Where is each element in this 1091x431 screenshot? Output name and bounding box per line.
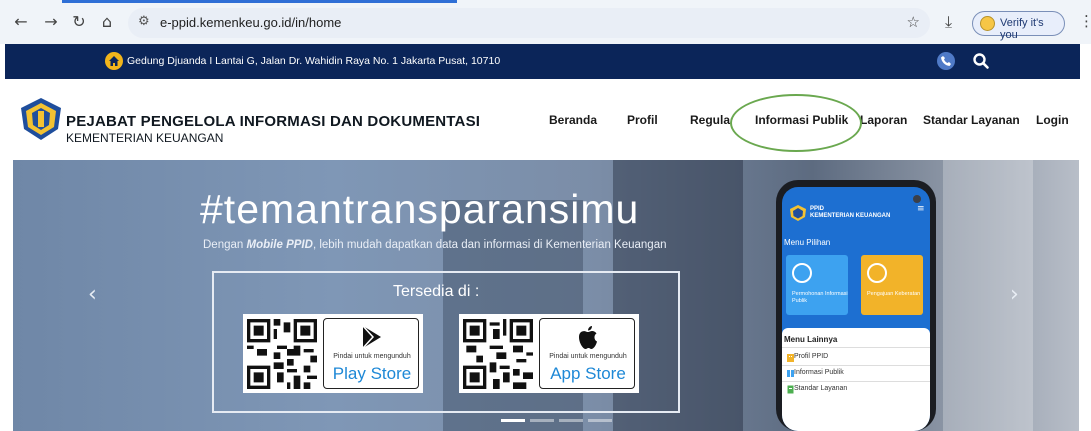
- hero-hashtag: #temantransparansimu: [200, 186, 640, 232]
- phone-mockup: PPID KEMENTERIAN KEUANGAN ≡ Menu Pilihan…: [776, 180, 936, 431]
- nav-beranda[interactable]: Beranda: [549, 113, 597, 127]
- phone-list-item: Profil PPID: [787, 353, 828, 362]
- phone-more-panel: Menu Lainnya Profil PPID Informasi Publi…: [782, 328, 930, 431]
- browser-toolbar: ← → ↻ ⌂ ⚙ e-ppid.kemenkeu.go.id/in/home …: [0, 0, 1091, 44]
- back-arrow-icon[interactable]: ←: [12, 13, 30, 31]
- profile-avatar-icon: [980, 16, 995, 31]
- available-label: Tersedia di :: [393, 283, 480, 300]
- phone-tile-label: Permohonan Informasi Publik: [792, 291, 848, 304]
- play-store-badge[interactable]: Pindai untuk mengunduh Play Store: [323, 318, 419, 389]
- app-store-name: App Store: [550, 364, 626, 383]
- hamburger-icon: ≡: [917, 204, 925, 214]
- search-icon[interactable]: [972, 52, 990, 70]
- home-location-icon: [105, 52, 123, 70]
- hero-tagline: Dengan Mobile PPID, lebih mudah dapatkan…: [203, 239, 667, 251]
- active-tab-indicator: [62, 0, 457, 3]
- carousel-next-icon[interactable]: ›: [1010, 282, 1019, 307]
- carousel-prev-icon[interactable]: ‹: [88, 282, 97, 307]
- phone-list-item: Standar Layanan: [787, 385, 847, 394]
- kemenkeu-logo-icon[interactable]: [18, 96, 64, 142]
- annotation-circle: [730, 94, 862, 152]
- apple-icon: [579, 326, 597, 349]
- qr-code-icon: [463, 319, 533, 389]
- verify-label: Verify it's you: [1000, 17, 1044, 41]
- phone-tile-keberatan: Pengajuan Keberatan: [861, 255, 923, 315]
- building-silhouette: [943, 160, 1033, 431]
- divider: [782, 381, 930, 382]
- phone-tile-label: Pengajuan Keberatan: [867, 291, 921, 297]
- play-store-hint: Pindai untuk mengunduh: [333, 353, 411, 360]
- play-store-card[interactable]: Pindai untuk mengunduh Play Store: [243, 314, 423, 393]
- address-bar[interactable]: ⚙ e-ppid.kemenkeu.go.id/in/home ☆: [128, 8, 930, 38]
- bookmark-star-icon[interactable]: ☆: [907, 13, 920, 31]
- download-icon[interactable]: ⤓: [945, 12, 952, 32]
- url-text[interactable]: e-ppid.kemenkeu.go.id/in/home: [160, 15, 341, 30]
- phone-menu-title: Menu Pilihan: [784, 238, 831, 247]
- phone-list-item: Informasi Publik: [787, 369, 844, 377]
- home-icon[interactable]: ⌂: [98, 13, 116, 31]
- qr-code-icon: [247, 319, 317, 389]
- app-store-card[interactable]: Pindai untuk mengunduh App Store: [459, 314, 639, 393]
- nav-profil[interactable]: Profil: [627, 113, 658, 127]
- phone-tile-permohonan: Permohonan Informasi Publik: [786, 255, 848, 315]
- site-header: PEJABAT PENGELOLA INFORMASI DAN DOKUMENT…: [5, 79, 1080, 159]
- site-subtitle: KEMENTERIAN KEUANGAN: [66, 131, 224, 145]
- site-title[interactable]: PEJABAT PENGELOLA INFORMASI DAN DOKUMENT…: [66, 113, 480, 130]
- phone-brand-line2: KEMENTERIAN KEUANGAN: [810, 213, 891, 219]
- reload-icon[interactable]: ↻: [70, 13, 88, 31]
- carousel-dot[interactable]: [588, 419, 612, 422]
- carousel-dot[interactable]: [530, 419, 554, 422]
- nav-login[interactable]: Login: [1036, 113, 1069, 127]
- phone-screen: PPID KEMENTERIAN KEUANGAN ≡ Menu Pilihan…: [782, 187, 930, 431]
- carousel-dot[interactable]: [501, 419, 525, 422]
- top-info-bar: Gedung Djuanda I Lantai G, Jalan Dr. Wah…: [5, 44, 1080, 79]
- play-store-icon: [362, 325, 381, 349]
- nav-standar-layanan[interactable]: Standar Layanan: [923, 113, 1020, 127]
- phone-icon[interactable]: [937, 52, 955, 70]
- phone-camera: [913, 195, 921, 203]
- objection-icon: [867, 263, 887, 283]
- document-icon: [787, 385, 794, 394]
- book-icon: [787, 370, 794, 377]
- nav-regulasi[interactable]: Regulasi: [690, 113, 731, 127]
- ppid-logo-icon: [790, 205, 806, 221]
- carousel-indicators: [501, 409, 617, 427]
- carousel-dot[interactable]: [559, 419, 583, 422]
- app-store-hint: Pindai untuk mengunduh: [549, 353, 627, 360]
- phone-more-title: Menu Lainnya: [784, 335, 838, 344]
- divider: [782, 365, 930, 366]
- request-icon: [792, 263, 812, 283]
- site-info-icon[interactable]: ⚙: [138, 14, 150, 29]
- verify-button[interactable]: Verify it's you: [972, 11, 1065, 41]
- app-store-badge[interactable]: Pindai untuk mengunduh App Store: [539, 318, 635, 389]
- hero-carousel: #temantransparansimu Dengan Mobile PPID,…: [13, 160, 1079, 431]
- office-address: Gedung Djuanda I Lantai G, Jalan Dr. Wah…: [127, 55, 501, 67]
- forward-arrow-icon[interactable]: →: [42, 13, 60, 31]
- play-store-name: Play Store: [332, 364, 412, 383]
- building-icon: [787, 354, 794, 362]
- nav-laporan[interactable]: Laporan: [860, 113, 907, 127]
- divider: [782, 347, 930, 348]
- browser-menu-icon[interactable]: ⋮: [1079, 12, 1091, 30]
- phone-brand-line1: PPID: [810, 206, 825, 212]
